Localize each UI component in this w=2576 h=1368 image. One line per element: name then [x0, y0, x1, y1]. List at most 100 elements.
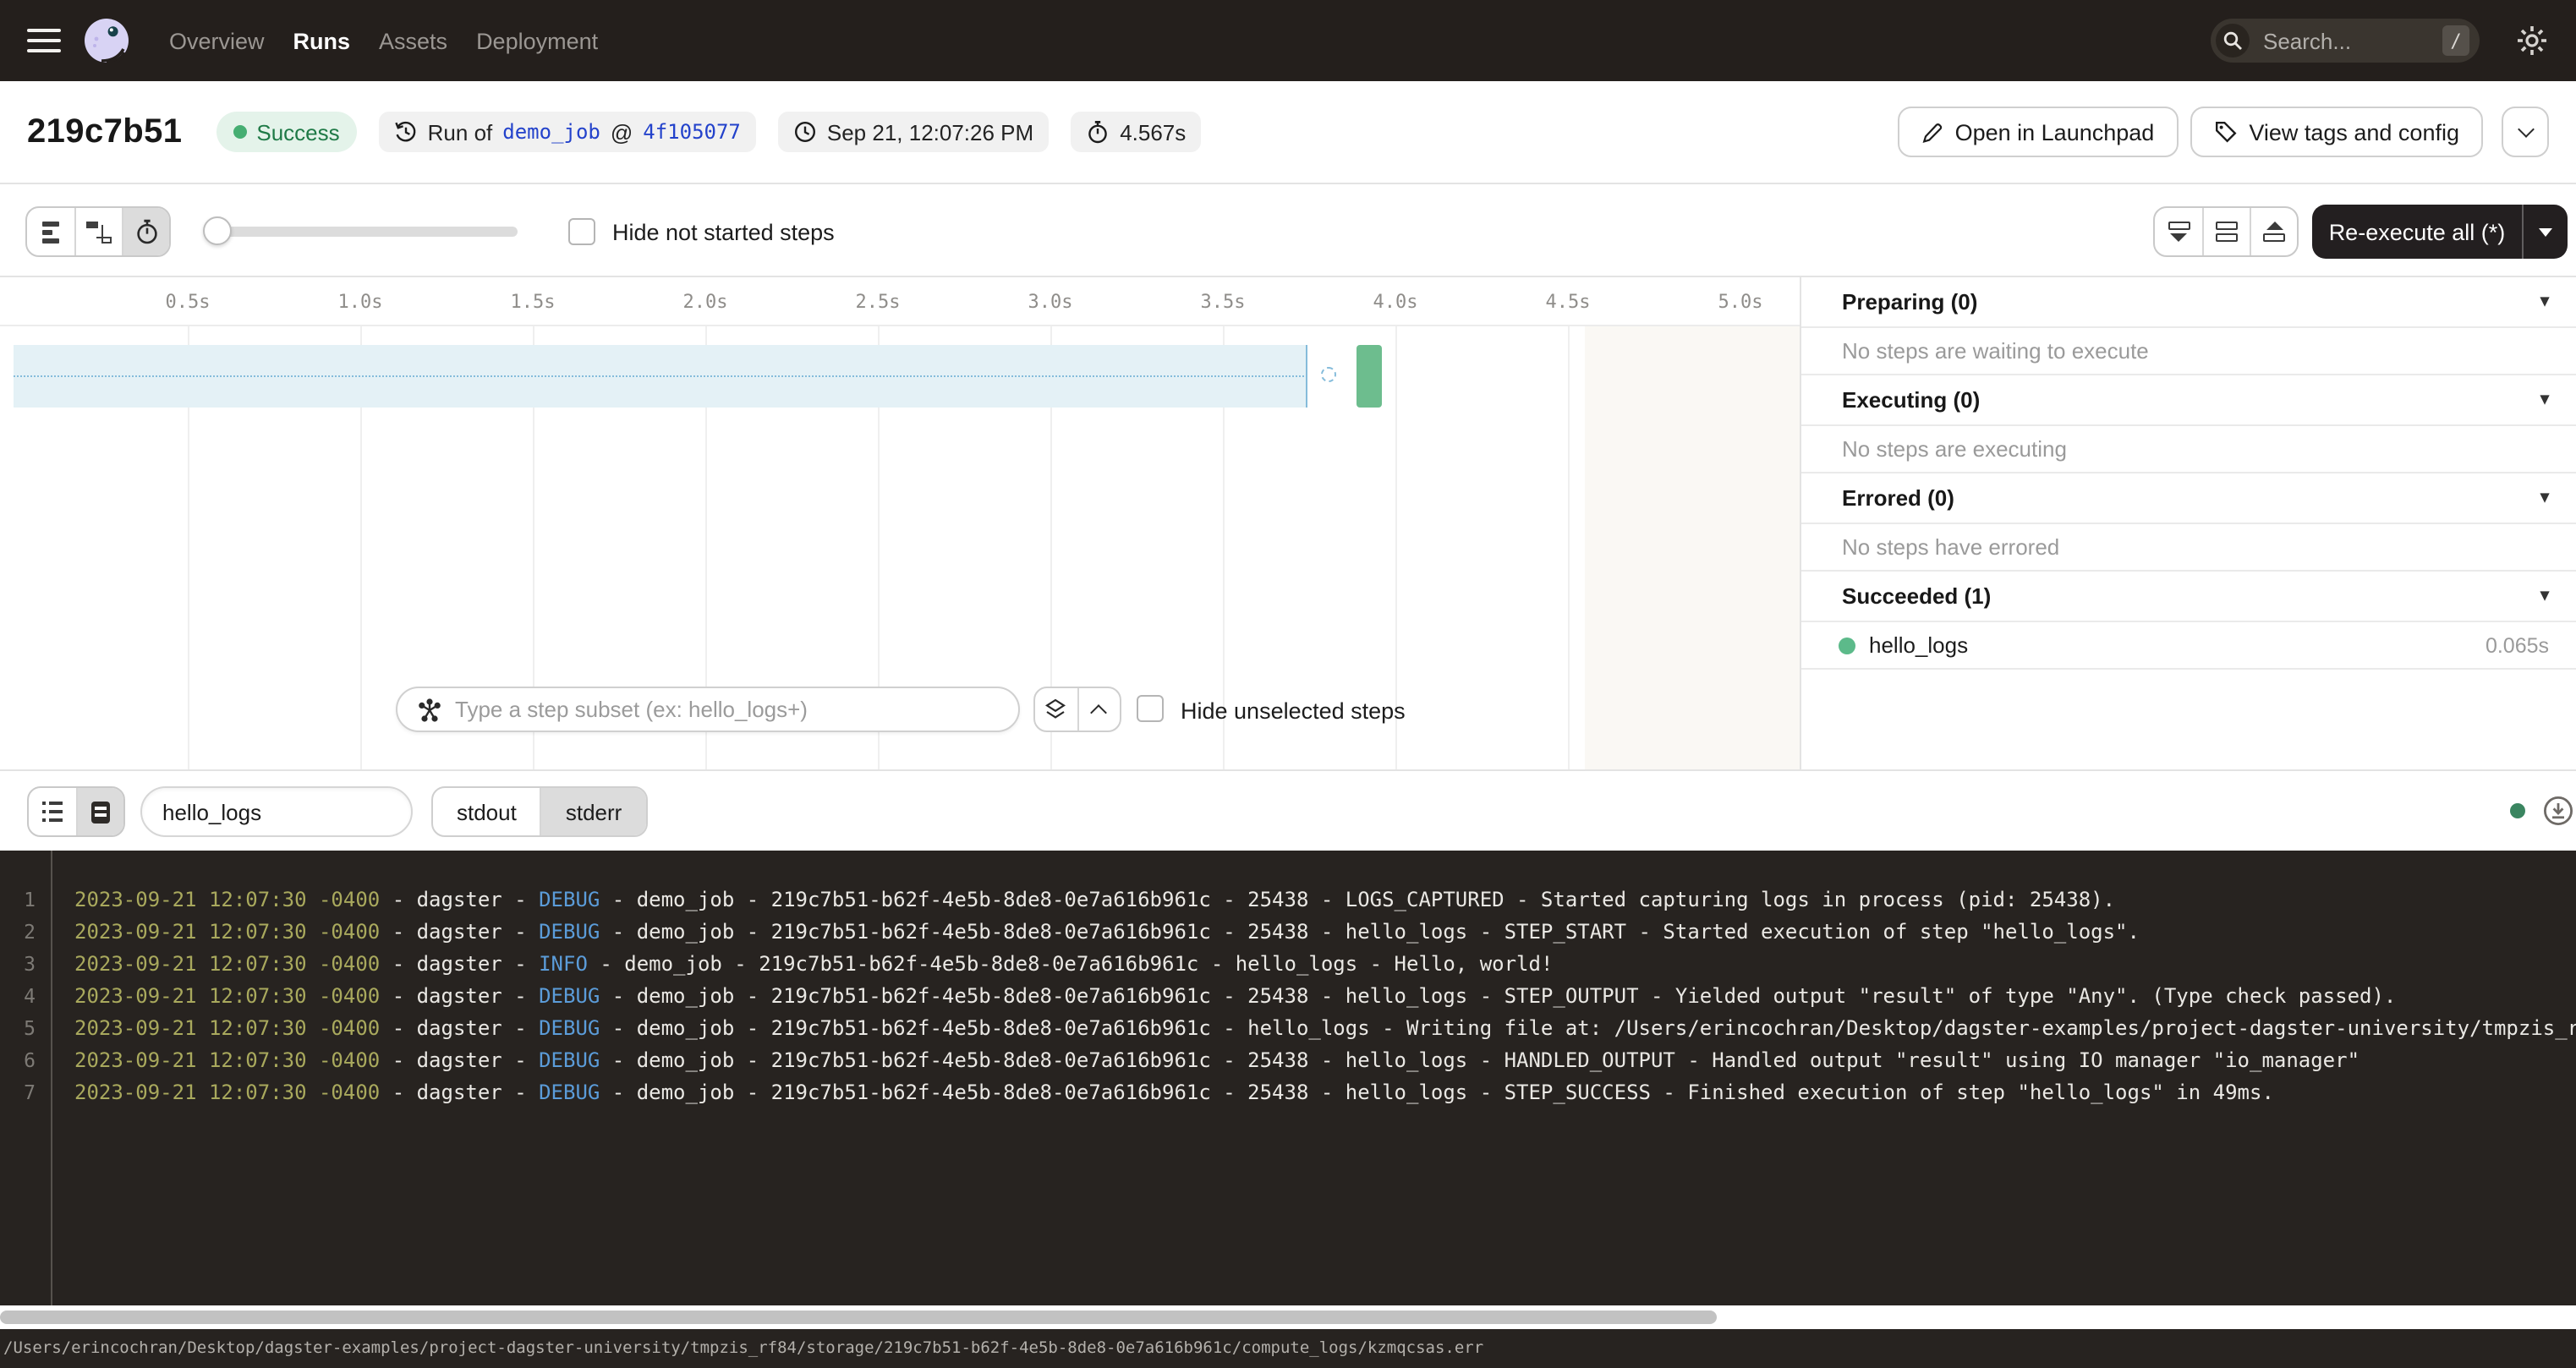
log-capture-status-dot [2510, 803, 2525, 818]
log-line: 12023-09-21 12:07:30 -0400 - dagster - D… [0, 884, 2576, 917]
log-step-filter-input[interactable] [140, 786, 413, 837]
open-in-launchpad-button[interactable]: Open in Launchpad [1898, 107, 2179, 157]
step-subset-input[interactable] [455, 697, 998, 722]
raw-log-area[interactable]: 12023-09-21 12:07:30 -0400 - dagster - D… [0, 851, 2576, 1305]
pencil-icon [1921, 121, 1943, 143]
gantt-flat-view-button[interactable] [27, 208, 74, 255]
beyond-run-end-shade [1585, 326, 1800, 769]
log-line: 42023-09-21 12:07:30 -0400 - dagster - D… [0, 981, 2576, 1013]
step-section-header[interactable]: Preparing (0)▾ [1801, 277, 2576, 328]
axis-tick-label: 1.0s [338, 291, 383, 313]
log-file-path-bar: /Users/erincochran/Desktop/dagster-examp… [0, 1329, 2576, 1368]
section-title: Succeeded (1) [1842, 583, 1991, 609]
panel-collapse-down-icon [2168, 222, 2190, 242]
panel-expand-up-icon [2263, 222, 2285, 242]
log-horizontal-scrollbar[interactable] [0, 1305, 2576, 1329]
gantt-chart-pane: 0.5s1.0s1.5s2.0s2.5s3.0s3.5s4.0s4.5s5.0s [0, 277, 1800, 769]
step-section-header[interactable]: Errored (0)▾ [1801, 473, 2576, 524]
section-empty-message: No steps are waiting to execute [1801, 328, 2576, 375]
hide-unselected-checkbox[interactable] [1137, 695, 1164, 722]
step-subset-filter[interactable] [396, 687, 1020, 732]
graph-query-button[interactable] [1035, 688, 1077, 731]
log-line: 52023-09-21 12:07:30 -0400 - dagster - D… [0, 1013, 2576, 1045]
step-section-header[interactable]: Succeeded (1) ▾ [1801, 572, 2576, 622]
search-bar[interactable]: / [2211, 19, 2480, 63]
gantt-view-mode-group [25, 206, 171, 257]
run-actions-menu-button[interactable] [2502, 107, 2549, 157]
log-line-number: 6 [0, 1045, 36, 1077]
selection-dotted-line [14, 375, 1307, 376]
zoom-slider-track[interactable] [216, 227, 518, 237]
run-id-title: 219c7b51 [27, 112, 182, 151]
snapshot-id-link[interactable]: 4f105077 [643, 120, 741, 144]
reexecute-menu-button[interactable] [2524, 227, 2568, 236]
step-bar-hello-logs[interactable] [1357, 345, 1382, 408]
log-line: 72023-09-21 12:07:30 -0400 - dagster - D… [0, 1077, 2576, 1109]
view-tags-config-button[interactable]: View tags and config [2190, 107, 2483, 157]
log-toolbar: stdoutstderr [0, 769, 2576, 851]
log-message: - demo_job - 219c7b51-b62f-4e5b-8de8-0e7… [600, 1016, 2576, 1040]
log-timestamp: 2023-09-21 12:07:30 -0400 [74, 952, 380, 976]
panel-split-icon [2216, 222, 2238, 242]
log-text: 2023-09-21 12:07:30 -0400 - dagster - DE… [74, 888, 2115, 911]
status-dot-icon [233, 125, 246, 139]
axis-tick-label: 4.5s [1546, 291, 1591, 313]
stopwatch-icon [133, 218, 160, 245]
flat-view-icon [42, 221, 59, 243]
axis-tick-label: 1.5s [511, 291, 556, 313]
structured-log-view-button[interactable] [29, 788, 76, 835]
expand-bottom-panel-button[interactable] [2250, 208, 2297, 255]
nav-link-overview[interactable]: Overview [169, 28, 265, 53]
dagster-run-page: Overview Runs Assets Deployment / 219c7b51 [0, 0, 2576, 1368]
download-logs-button[interactable] [2542, 795, 2574, 827]
section-empty-message: No steps have errored [1801, 524, 2576, 572]
chevron-down-icon [2517, 121, 2534, 138]
log-level: DEBUG [539, 888, 600, 911]
step-row[interactable]: hello_logs0.065s [1801, 622, 2576, 670]
tab-stdout[interactable]: stdout [433, 788, 540, 835]
step-duration: 0.065s [2486, 633, 2549, 657]
scrollbar-thumb[interactable] [0, 1311, 1717, 1324]
split-panels-button[interactable] [2202, 208, 2250, 255]
log-level: DEBUG [539, 920, 600, 944]
reexecute-all-button[interactable]: Re-execute all (*) [2312, 205, 2568, 259]
chevron-up-icon [1091, 703, 1108, 720]
chevron-down-icon: ▾ [2540, 391, 2549, 409]
nav-link-deployment[interactable]: Deployment [476, 28, 598, 53]
log-source: - dagster - [380, 888, 539, 911]
history-icon [394, 120, 418, 144]
selection-band [14, 345, 1307, 408]
nav-link-assets[interactable]: Assets [379, 28, 447, 53]
chevron-down-icon: ▾ [2540, 489, 2549, 507]
job-name-link[interactable]: demo_job [502, 120, 600, 144]
hide-not-started-checkbox[interactable] [568, 218, 595, 245]
axis-tick-label: 3.5s [1201, 291, 1246, 313]
step-section-header[interactable]: Executing (0)▾ [1801, 375, 2576, 426]
menu-icon[interactable] [27, 28, 61, 53]
log-message: - demo_job - 219c7b51-b62f-4e5b-8de8-0e7… [600, 888, 2115, 911]
subset-option-buttons [1033, 687, 1121, 732]
log-message: - demo_job - 219c7b51-b62f-4e5b-8de8-0e7… [600, 920, 2140, 944]
log-line: 32023-09-21 12:07:30 -0400 - dagster - I… [0, 949, 2576, 981]
log-text: 2023-09-21 12:07:30 -0400 - dagster - DE… [74, 1081, 2274, 1104]
chevron-down-icon: ▾ [2540, 587, 2549, 605]
collapse-bottom-panel-button[interactable] [2155, 208, 2202, 255]
dagster-logo-icon[interactable] [85, 19, 129, 63]
raw-log-view-button[interactable] [76, 788, 123, 835]
gantt-toolbar: Hide not started steps Re-execute all (*… [0, 184, 2576, 277]
search-input[interactable] [2263, 28, 2442, 53]
zoom-slider-knob[interactable] [203, 216, 232, 245]
log-timestamp: 2023-09-21 12:07:30 -0400 [74, 920, 380, 944]
log-level: DEBUG [539, 984, 600, 1008]
gantt-timed-view-button[interactable] [122, 208, 169, 255]
log-level: INFO [539, 952, 588, 976]
log-source: - dagster - [380, 1016, 539, 1040]
log-timestamp: 2023-09-21 12:07:30 -0400 [74, 1016, 380, 1040]
op-selector-icon [418, 698, 441, 721]
gantt-waterfall-view-button[interactable] [74, 208, 122, 255]
nav-link-runs[interactable]: Runs [293, 28, 351, 53]
collapse-subset-button[interactable] [1077, 688, 1120, 731]
tab-stderr[interactable]: stderr [540, 788, 645, 835]
gear-icon[interactable] [2515, 24, 2549, 57]
log-line: 22023-09-21 12:07:30 -0400 - dagster - D… [0, 917, 2576, 949]
